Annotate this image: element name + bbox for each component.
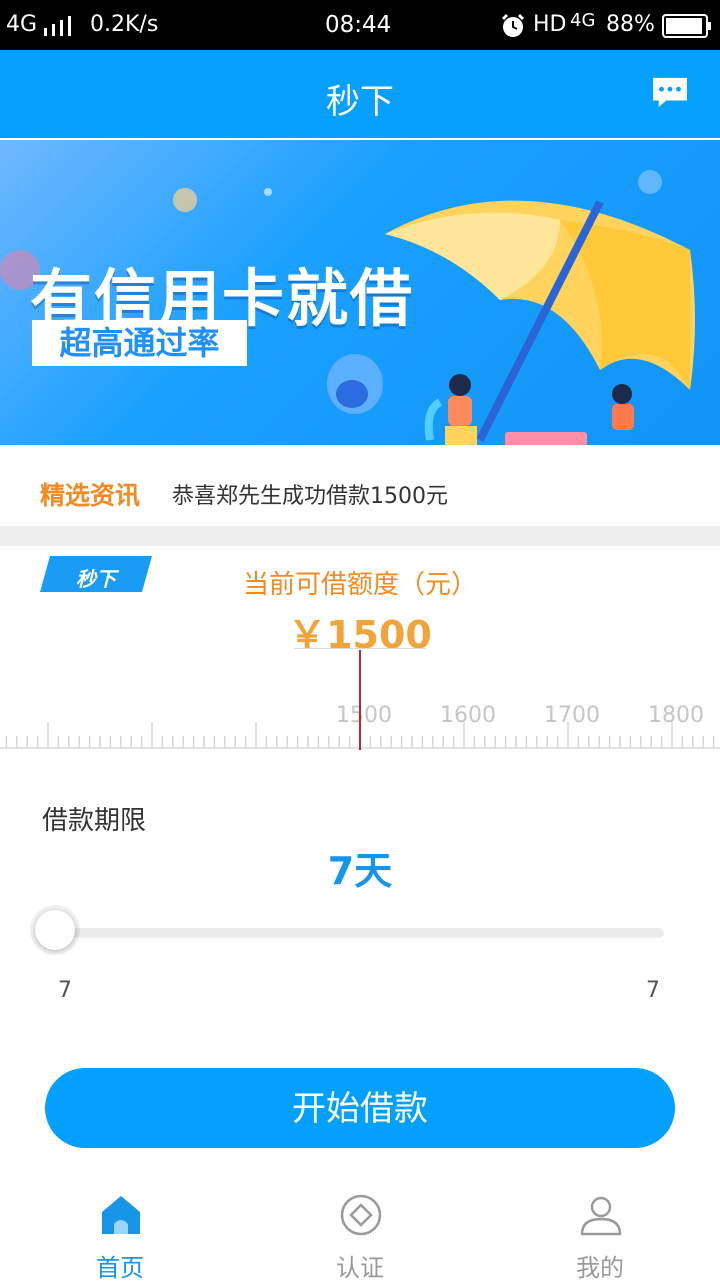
term-section: 借款期限 7天 7 7 <box>0 756 720 1056</box>
ruler-scale[interactable]: 1500 1600 1700 1800 <box>0 650 720 752</box>
verify-icon <box>340 1194 382 1236</box>
profile-icon <box>580 1196 622 1236</box>
tab-home[interactable]: 首页 <box>60 1190 180 1282</box>
tab-home-label: 首页 <box>96 1254 144 1282</box>
promo-banner[interactable]: 有信用卡就借 超高通过率 <box>0 140 720 445</box>
tab-profile-label: 我的 <box>576 1254 624 1282</box>
tab-verify-label: 认证 <box>336 1254 384 1282</box>
banner-subtitle: 超高通过率 <box>32 320 247 366</box>
start-loan-button[interactable]: 开始借款 <box>45 1068 675 1148</box>
signal-icon <box>44 16 71 36</box>
term-slider-knob[interactable] <box>35 910 75 950</box>
network-speed: 0.2K/s <box>90 12 159 37</box>
network-type: 4G <box>6 12 38 37</box>
amount-underline <box>294 648 426 649</box>
tab-profile[interactable]: 我的 <box>540 1190 660 1282</box>
ruler-label: 1700 <box>544 703 600 728</box>
ruler-label: 1800 <box>648 703 704 728</box>
app-header: 秒下 <box>0 50 720 138</box>
amount-ruler[interactable]: 1500 1600 1700 1800 <box>0 650 720 752</box>
status-bar: 4G 0.2K/s 08:44 HD 4G 88% <box>0 0 720 50</box>
home-icon <box>102 1196 140 1234</box>
term-label: 借款期限 <box>42 806 147 836</box>
tab-verify[interactable]: 认证 <box>300 1190 420 1282</box>
clock: 08:44 <box>325 12 392 38</box>
battery-icon <box>662 14 711 38</box>
news-ticker[interactable]: 精选资讯 恭喜郑先生成功借款1500元 <box>0 446 720 526</box>
news-text: 恭喜郑先生成功借款1500元 <box>172 484 448 509</box>
section-divider <box>0 526 720 546</box>
network-type-2: 4G <box>570 10 596 31</box>
ruler-label: 1600 <box>440 703 496 728</box>
news-tag: 精选资讯 <box>40 481 141 510</box>
chat-bubble-icon[interactable] <box>650 76 690 108</box>
ruler-label: 1500 <box>336 703 392 728</box>
amount-label: 当前可借额度（元） <box>242 570 477 600</box>
page-title: 秒下 <box>326 82 394 122</box>
battery-percent: 88% <box>606 12 655 37</box>
term-value: 7天 <box>327 849 393 893</box>
term-slider-track[interactable] <box>60 928 664 938</box>
hd-indicator: HD <box>533 12 567 37</box>
term-max: 7 <box>646 978 660 1003</box>
alarm-icon <box>501 13 525 37</box>
bottom-tab-bar: 首页 认证 我的 <box>0 1180 720 1282</box>
term-min: 7 <box>58 978 72 1003</box>
